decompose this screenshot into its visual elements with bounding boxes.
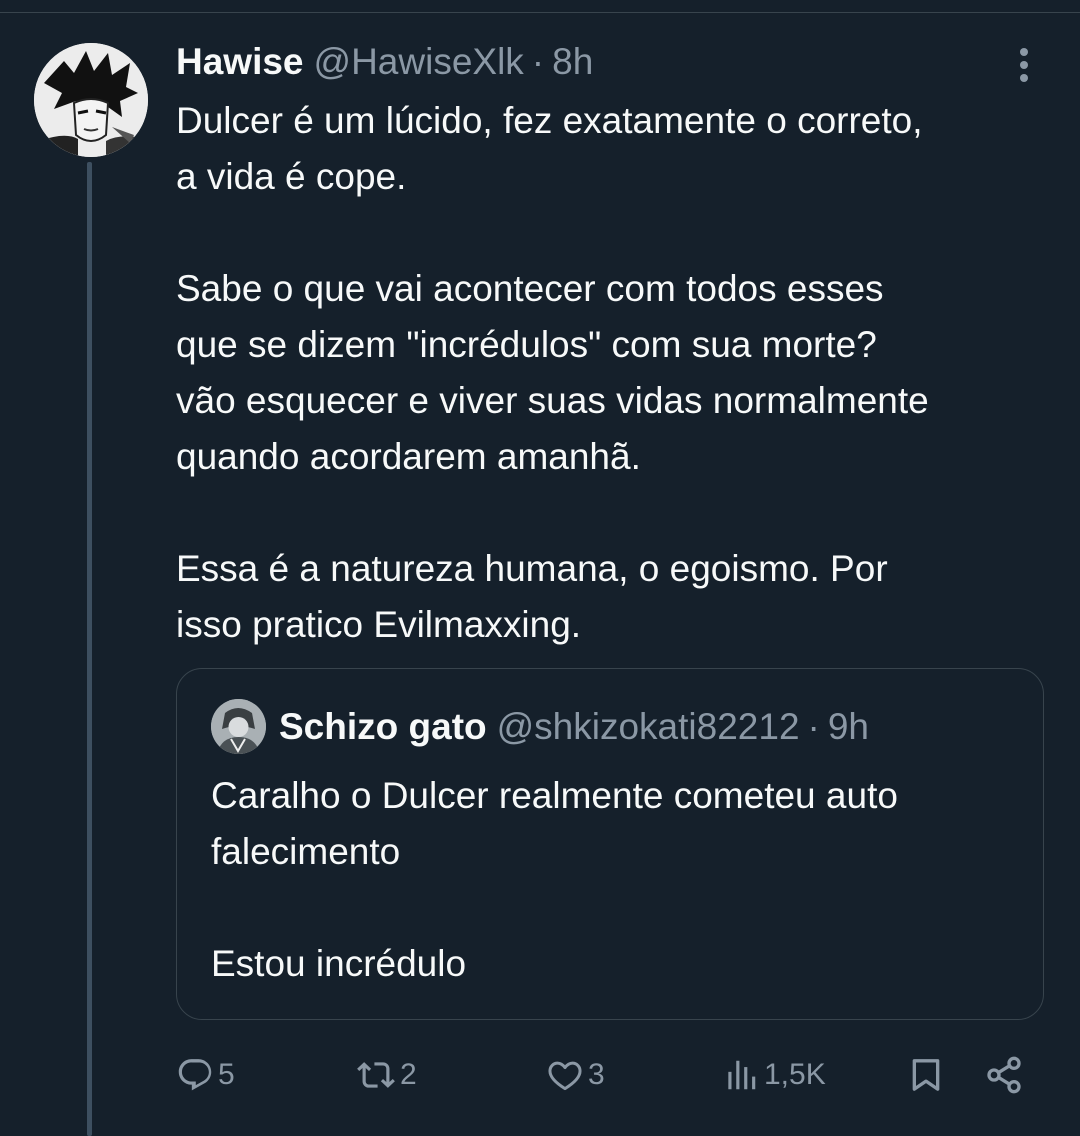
- quoted-author-avatar[interactable]: [211, 699, 266, 754]
- retweet-count: 2: [400, 1058, 417, 1091]
- more-vertical-icon: [1020, 48, 1028, 82]
- quoted-tweet-timestamp: 9h: [827, 706, 870, 747]
- like-count: 3: [588, 1058, 605, 1091]
- like-button[interactable]: 3: [546, 1050, 605, 1100]
- views-count: 1,5K: [764, 1058, 826, 1091]
- reply-count: 5: [218, 1058, 235, 1091]
- quoted-avatar-image: [211, 699, 266, 754]
- views-icon: [728, 1060, 756, 1090]
- quoted-tweet-header: Schizo gato @shkizokati82212 · 9h: [279, 705, 869, 749]
- share-button[interactable]: [984, 1050, 1024, 1100]
- author-avatar[interactable]: [34, 43, 148, 157]
- header-separator: ·: [531, 41, 545, 82]
- bookmark-button[interactable]: [906, 1050, 946, 1100]
- quoted-tweet-card[interactable]: Schizo gato @shkizokati82212 · 9h Caralh…: [176, 668, 1044, 1020]
- more-options-button[interactable]: [1004, 42, 1044, 88]
- share-icon: [987, 1056, 1021, 1094]
- retweet-button[interactable]: 2: [356, 1050, 417, 1100]
- avatar-image: [34, 43, 148, 157]
- bookmark-icon: [912, 1059, 940, 1091]
- top-divider: [0, 12, 1080, 13]
- views-button[interactable]: 1,5K: [722, 1050, 826, 1100]
- author-handle[interactable]: @HawiseXlk: [314, 41, 524, 83]
- heart-icon: [548, 1061, 582, 1091]
- tweet-header: Hawise @HawiseXlk · 8h: [176, 40, 593, 84]
- reply-icon: [178, 1059, 212, 1091]
- quoted-tweet-text: Caralho o Dulcer realmente cometeu auto …: [211, 775, 898, 984]
- tweet-action-bar: 5 2 3 1,5K: [0, 1050, 1080, 1100]
- tweet-text: Dulcer é um lúcido, fez exatamente o cor…: [176, 100, 929, 645]
- quoted-author-handle: @shkizokati82212: [496, 706, 800, 747]
- reply-button[interactable]: 5: [176, 1050, 235, 1100]
- quoted-header-separator: ·: [807, 706, 820, 747]
- author-display-name[interactable]: Hawise: [176, 41, 304, 83]
- tweet-timestamp[interactable]: 8h: [552, 41, 593, 83]
- retweet-icon: [357, 1062, 395, 1088]
- quoted-author-display-name: Schizo gato: [279, 706, 487, 747]
- thread-line: [87, 162, 92, 1136]
